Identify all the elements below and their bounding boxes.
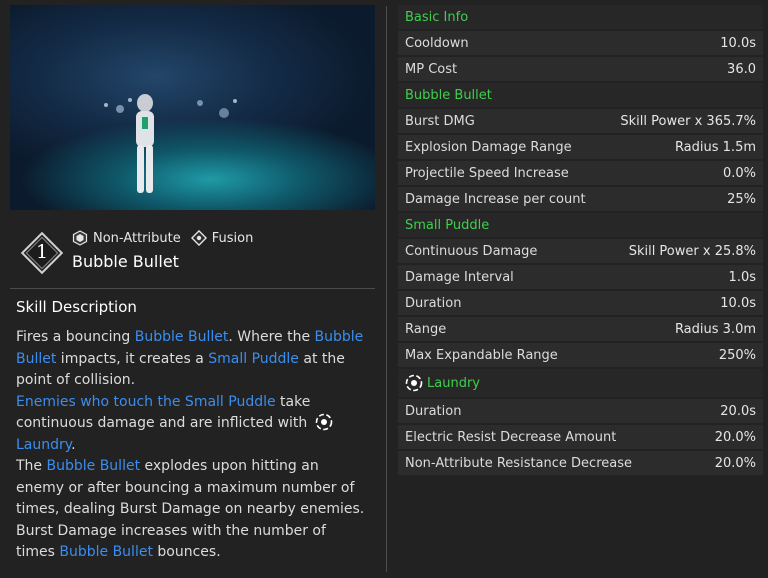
stat-label: Range — [405, 321, 447, 337]
desc-text: . — [71, 436, 76, 453]
stat-row: Duration 10.0s — [398, 291, 763, 315]
attribute-label: Fusion — [211, 230, 254, 246]
stat-row: Damage Increase per count 25% — [398, 187, 763, 211]
stat-value: 1.0s — [728, 269, 756, 285]
section-title: Small Puddle — [405, 217, 490, 233]
desc-text: impacts, it creates a — [56, 350, 209, 367]
stat-value: 250% — [718, 347, 756, 363]
stat-value: 20.0% — [714, 429, 756, 445]
stat-row: Cooldown 10.0s — [398, 31, 763, 55]
stat-row: Explosion Damage Range Radius 1.5m — [398, 135, 763, 159]
stat-value: Skill Power x 365.7% — [620, 113, 756, 129]
section-title: Bubble Bullet — [405, 87, 492, 103]
stat-label: Non-Attribute Resistance Decrease — [405, 455, 632, 471]
desc-text: bounces. — [152, 544, 221, 560]
desc-text: The — [16, 458, 47, 474]
stat-row: Damage Interval 1.0s — [398, 265, 763, 289]
stat-value: Radius 1.5m — [674, 139, 756, 155]
keyword-bubble-bullet[interactable]: Bubble Bullet — [135, 329, 229, 345]
stat-value: 36.0 — [727, 61, 756, 77]
stat-label: MP Cost — [405, 61, 458, 77]
divider — [10, 288, 375, 289]
section-header-basic-info: Basic Info — [398, 5, 763, 29]
description-title: Skill Description — [16, 298, 137, 316]
stat-row: Projectile Speed Increase 0.0% — [398, 161, 763, 185]
stat-label: Damage Increase per count — [405, 191, 586, 207]
skill-name: Bubble Bullet — [72, 252, 179, 271]
desc-text: . Where the — [228, 329, 315, 345]
stat-row: Non-Attribute Resistance Decrease 20.0% — [398, 451, 763, 475]
stat-label: Max Expandable Range — [405, 347, 558, 363]
laundry-icon — [405, 374, 423, 392]
stat-label: Damage Interval — [405, 269, 514, 285]
keyword-small-puddle[interactable]: Small Puddle — [208, 351, 299, 367]
fusion-icon — [190, 230, 207, 246]
skill-detail-panel: 1 Non-Attribute Fusion Bubble Bullet Ski… — [0, 0, 386, 578]
attribute-chip-fusion: Fusion — [190, 230, 254, 246]
stat-row: Burst DMG Skill Power x 365.7% — [398, 109, 763, 133]
keyword-enemies-touch-puddle[interactable]: Enemies who touch the Small Puddle — [16, 394, 276, 410]
skill-header: 1 Non-Attribute Fusion Bubble Bullet — [10, 222, 375, 286]
section-header-small-puddle: Small Puddle — [398, 213, 763, 237]
non-attribute-icon — [72, 230, 88, 246]
section-header-bubble-bullet: Bubble Bullet — [398, 83, 763, 107]
attribute-label: Non-Attribute — [93, 230, 181, 246]
stat-label: Explosion Damage Range — [405, 139, 572, 155]
attribute-chip-non-attribute: Non-Attribute — [72, 230, 181, 246]
stat-value: Skill Power x 25.8% — [628, 243, 756, 259]
stat-label: Continuous Damage — [405, 243, 538, 259]
stat-label: Cooldown — [405, 35, 469, 51]
skill-stats-panel: Basic Info Cooldown 10.0s MP Cost 36.0 Bub… — [398, 5, 763, 477]
skill-slot-number: 1 — [35, 241, 49, 263]
stat-label: Duration — [405, 403, 462, 419]
stat-value: 10.0s — [720, 35, 756, 51]
stat-value: 0.0% — [722, 165, 756, 181]
laundry-icon — [315, 413, 333, 431]
skill-slot-badge: 1 — [20, 231, 64, 275]
stat-value: Radius 3.0m — [674, 321, 756, 337]
panel-divider — [386, 6, 387, 572]
skill-attributes: Non-Attribute Fusion — [72, 230, 263, 246]
desc-text: Fires a bouncing — [16, 329, 135, 345]
stat-row: Duration 20.0s — [398, 399, 763, 423]
section-title: Basic Info — [405, 9, 469, 25]
stat-row: Max Expandable Range 250% — [398, 343, 763, 367]
section-header-laundry: Laundry — [398, 369, 763, 397]
keyword-bubble-bullet[interactable]: Bubble Bullet — [59, 544, 153, 560]
stat-value: 20.0% — [714, 455, 756, 471]
section-title: Laundry — [427, 375, 480, 391]
stat-label: Projectile Speed Increase — [405, 165, 569, 181]
stat-row: Electric Resist Decrease Amount 20.0% — [398, 425, 763, 449]
skill-description: Fires a bouncing Bubble Bullet. Where th… — [16, 327, 366, 564]
stat-label: Burst DMG — [405, 113, 475, 129]
stat-row: Range Radius 3.0m — [398, 317, 763, 341]
stat-label: Duration — [405, 295, 462, 311]
stat-row: Continuous Damage Skill Power x 25.8% — [398, 239, 763, 263]
stat-value: 25% — [727, 191, 756, 207]
keyword-bubble-bullet[interactable]: Bubble Bullet — [47, 458, 141, 474]
skill-preview-video[interactable] — [10, 5, 375, 210]
stat-value: 20.0s — [720, 403, 756, 419]
stat-row: MP Cost 36.0 — [398, 57, 763, 81]
bubble-effects — [104, 98, 237, 118]
stat-value: 10.0s — [720, 295, 756, 311]
stat-label: Electric Resist Decrease Amount — [405, 429, 617, 445]
keyword-laundry[interactable]: Laundry — [16, 437, 71, 453]
